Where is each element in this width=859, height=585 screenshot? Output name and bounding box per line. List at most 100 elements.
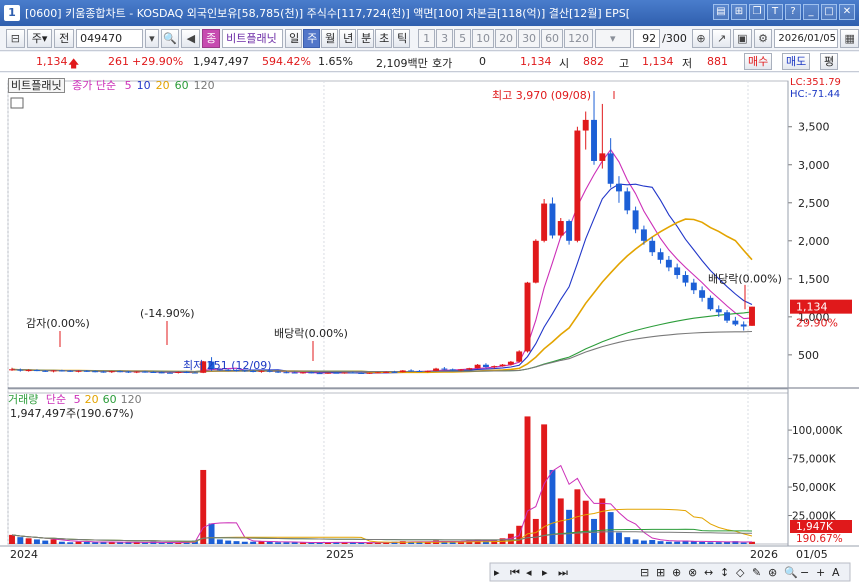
stock-badge: 종 [202,29,221,48]
help-icon[interactable]: ? [785,4,801,20]
volume-bar [707,542,714,544]
bottom-tool-2: ⊕ [672,566,681,579]
bottom-tool-11: + [816,566,825,579]
candle-body [516,351,523,362]
quote-bar: 1,134 🡅 261 +29.90% 1,947,497 594.42% 1.… [0,52,859,72]
save-icon[interactable]: ▣ [733,29,752,48]
market-select[interactable]: 주▾ [26,29,53,48]
data-count-input[interactable]: 92 [632,29,661,48]
bottom-tool-8: ⊛ [768,566,777,579]
interval-button-5[interactable]: 5 [454,29,472,48]
volume-bar [740,542,747,544]
link-icon[interactable]: ⊞ [731,4,747,20]
indicator-icon[interactable]: ↗ [712,29,731,48]
candle-body [474,364,481,369]
open-label: 시 [559,57,570,70]
period-button-6[interactable]: 틱 [393,29,411,48]
candle-body [507,361,514,365]
buy-button[interactable]: 매수 [744,53,773,70]
candle-body [324,372,331,374]
volume-bar [699,541,706,544]
candle-body [191,372,198,374]
interval-button-1[interactable]: 1 [418,29,436,48]
period-button-5[interactable]: 초 [375,29,393,48]
market-select-label: 주 [31,32,42,45]
bottom-tool-9: 🔍 [784,565,798,579]
candle-body [283,372,290,374]
close-icon[interactable]: ✕ [839,4,855,20]
candle-body [142,371,148,373]
low-annotation: 최저 251 (12/09) [183,359,272,372]
settings-icon[interactable]: ⚙ [753,29,773,48]
stock-code-input[interactable]: 049470 [76,29,143,48]
period-button-1[interactable]: 주 [303,29,321,48]
candle-body [732,320,739,325]
candle-body [300,372,306,374]
candle-body [25,370,32,372]
grid-toggle-icon [10,97,24,109]
candle-body [333,372,340,374]
search-icon[interactable]: 🔍 [160,29,180,48]
period-button-2[interactable]: 월 [321,29,339,48]
interval-button-30[interactable]: 30 [518,29,541,48]
price-volume-chart[interactable]: 5001,0001,5002,0002,5003,0003,50025,000K… [0,73,859,585]
sound-icon[interactable]: ◀ [181,29,201,48]
candle-body [50,370,57,372]
interval-button-3[interactable]: 3 [436,29,454,48]
volume-bar [75,541,82,544]
period-button-0[interactable]: 일 [285,29,303,48]
volume-tick-label: 50,000K [792,482,837,494]
year-label: 2026 [750,548,778,561]
volume-bar [58,541,65,544]
restore-window-icon[interactable]: ❐ [749,4,765,20]
menu-toggle-icon[interactable]: ⊟ [6,29,25,48]
code-dropdown-icon[interactable]: ▾ [145,29,159,48]
legend-stock-name: 비트플래닛 [8,78,65,93]
volume-bar [582,500,589,544]
candle-body [640,229,647,241]
candle-body [549,203,556,236]
candle-body [557,221,564,236]
low-price: 881 [707,55,728,68]
volume-bar [83,541,90,544]
chart-area[interactable]: 500 1,000 1,500 2,000 2,500 3,000 3,500 25,000K… [0,73,859,585]
sell-button[interactable]: 매도 [782,53,811,70]
candle-body [391,371,398,373]
prev-button[interactable]: 전 [54,29,75,48]
volume-bar [607,512,614,544]
ma-line-20 [11,218,753,374]
candle-body [715,309,722,313]
window-list-icon[interactable]: ▤ [713,4,729,20]
period-button-3[interactable]: 년 [339,29,357,48]
price-tick-label: 500 [798,349,819,362]
candle-body [616,183,622,192]
scroll-control-0: ▸ [494,566,500,579]
price-panel-frame [7,80,789,394]
interval-button-10[interactable]: 10 [472,29,495,48]
candle-body [433,368,440,371]
minimize-icon[interactable]: _ [803,4,819,20]
average-button[interactable]: 평 [820,53,839,70]
candle-body [33,370,40,372]
maximize-icon[interactable]: □ [821,4,837,20]
bottom-tool-6: ◇ [736,566,745,579]
candle-body [749,306,755,326]
interval-button-120[interactable]: 120 [564,29,594,48]
price-legend: 비트플래닛 종가 단순 5 10 20 60 120 [8,77,215,93]
last-date-label: 01/05 [796,548,828,561]
period-button-4[interactable]: 분 [357,29,375,48]
date-input[interactable]: 2026/01/05 [774,29,839,48]
calendar-icon[interactable]: ▦ [840,29,859,48]
font-size-icon[interactable]: T [767,4,783,20]
price-tick-label: 3,500 [798,121,830,134]
candle-body [458,369,464,371]
chart-tool-icon[interactable]: ⊕ [691,29,711,48]
interval-button-60[interactable]: 60 [541,29,564,48]
volume-bar [9,534,15,544]
capital-reduction-annotation: 감자(0.00%) [26,317,90,330]
candle-body [682,275,689,283]
period-custom-select[interactable]: ▾ [595,29,631,48]
candle-body [383,371,390,373]
candle-body [632,210,639,230]
interval-button-20[interactable]: 20 [495,29,518,48]
